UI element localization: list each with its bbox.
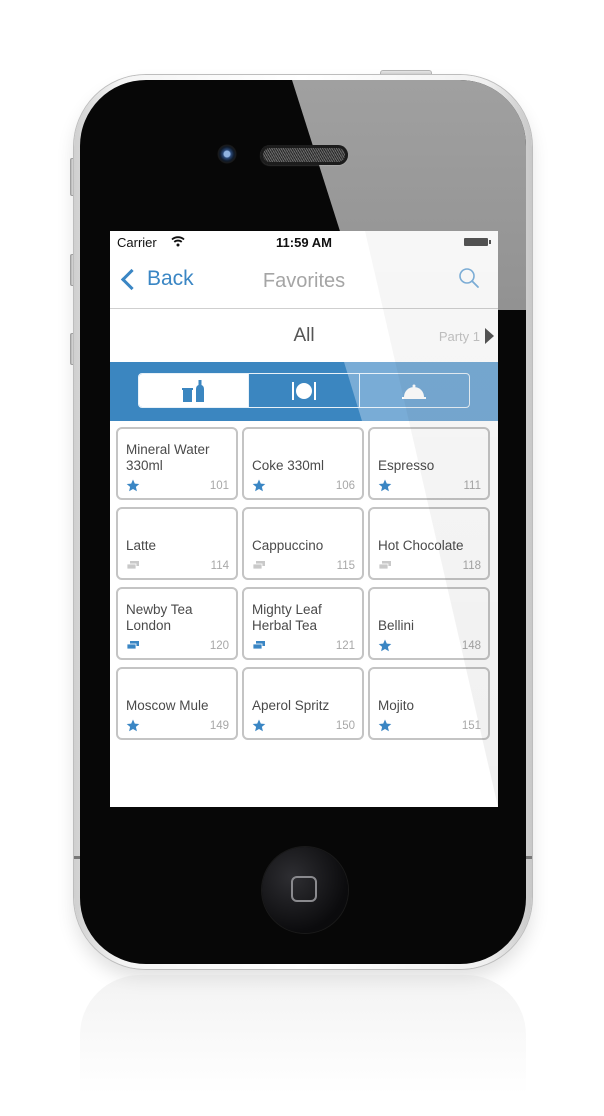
item-number: 150 bbox=[335, 720, 355, 732]
filter-bar: All Party 1 bbox=[110, 309, 498, 361]
search-icon[interactable] bbox=[458, 267, 480, 289]
star-icon bbox=[378, 639, 392, 652]
item-name: Aperol Spritz bbox=[252, 698, 330, 713]
favorite-item-tile[interactable]: Bellini 148 bbox=[368, 587, 490, 660]
segment-drinks[interactable] bbox=[139, 374, 249, 407]
category-segmented-control bbox=[138, 373, 470, 408]
status-time: 11:59 AM bbox=[276, 235, 332, 250]
page-title: Favorites bbox=[262, 270, 346, 292]
item-name: Mighty Leaf Herbal Tea bbox=[252, 602, 322, 633]
favorite-item-tile[interactable]: Hot Chocolate 118 bbox=[368, 507, 490, 580]
item-name: Espresso bbox=[378, 458, 435, 473]
side-antenna-notch bbox=[526, 856, 532, 859]
favorite-item-tile[interactable]: Mighty Leaf Herbal Tea 121 bbox=[242, 587, 364, 660]
floor-reflection bbox=[80, 975, 526, 1095]
item-number: 106 bbox=[335, 480, 355, 492]
favorite-item-tile[interactable]: Latte 114 bbox=[116, 507, 238, 580]
cards-icon bbox=[126, 561, 139, 570]
favorites-grid: Mineral Water 330ml 101 Coke 330ml 106 E… bbox=[116, 427, 492, 740]
play-arrow-icon bbox=[485, 328, 494, 344]
glass-bottle-icon bbox=[181, 379, 204, 402]
favorite-item-tile[interactable]: Moscow Mule 149 bbox=[116, 667, 238, 740]
item-number: 120 bbox=[209, 640, 229, 652]
item-number: 114 bbox=[210, 560, 229, 572]
star-icon bbox=[126, 719, 140, 732]
item-name: Latte bbox=[126, 538, 157, 553]
cards-icon bbox=[378, 561, 391, 570]
favorite-item-tile[interactable]: Mojito 151 bbox=[368, 667, 490, 740]
item-name: Coke 330ml bbox=[252, 458, 325, 473]
favorite-item-tile[interactable]: Coke 330ml 106 bbox=[242, 427, 364, 500]
favorite-item-tile[interactable]: Newby Tea London 120 bbox=[116, 587, 238, 660]
segment-service[interactable] bbox=[358, 374, 469, 407]
item-name: Moscow Mule bbox=[126, 698, 209, 713]
star-icon bbox=[126, 479, 140, 492]
cards-icon bbox=[252, 641, 265, 650]
star-icon bbox=[378, 719, 392, 732]
item-name: Cappuccino bbox=[252, 538, 324, 553]
fork-plate-knife-icon bbox=[291, 381, 316, 400]
item-number: 111 bbox=[463, 480, 481, 492]
battery-icon bbox=[464, 238, 491, 246]
category-band bbox=[110, 362, 498, 421]
item-number: 151 bbox=[461, 720, 481, 732]
item-name: Hot Chocolate bbox=[378, 538, 464, 553]
earpiece-speaker bbox=[260, 145, 348, 165]
home-button[interactable] bbox=[262, 847, 348, 933]
favorite-item-tile[interactable]: Aperol Spritz 150 bbox=[242, 667, 364, 740]
cards-icon bbox=[252, 561, 265, 570]
segment-food[interactable] bbox=[248, 374, 358, 407]
cards-icon bbox=[126, 641, 139, 650]
party-label: Party 1 bbox=[438, 328, 480, 344]
star-icon bbox=[252, 479, 266, 492]
item-name: Mineral Water 330ml bbox=[126, 442, 210, 473]
item-name: Newby Tea London bbox=[126, 602, 193, 633]
star-icon bbox=[252, 719, 266, 732]
item-name: Mojito bbox=[378, 698, 415, 713]
party-selector[interactable]: Party 1 bbox=[439, 328, 494, 344]
favorite-item-tile[interactable]: Espresso 111 bbox=[368, 427, 490, 500]
home-square-icon bbox=[291, 876, 317, 902]
front-camera-icon bbox=[217, 144, 237, 164]
item-number: 149 bbox=[209, 720, 229, 732]
item-number: 101 bbox=[209, 480, 229, 492]
star-icon bbox=[378, 479, 392, 492]
app-screen: Carrier 11:59 AM Back Favorites All Part… bbox=[110, 231, 498, 807]
item-number: 148 bbox=[461, 640, 481, 652]
item-number: 118 bbox=[462, 560, 481, 572]
favorite-item-tile[interactable]: Cappuccino 115 bbox=[242, 507, 364, 580]
item-name: Bellini bbox=[378, 618, 415, 633]
cloche-icon bbox=[402, 384, 427, 399]
favorite-item-tile[interactable]: Mineral Water 330ml 101 bbox=[116, 427, 238, 500]
navigation-bar: Back Favorites bbox=[110, 253, 498, 309]
item-number: 115 bbox=[336, 560, 355, 572]
status-bar: Carrier 11:59 AM bbox=[110, 231, 498, 253]
item-number: 121 bbox=[335, 640, 355, 652]
